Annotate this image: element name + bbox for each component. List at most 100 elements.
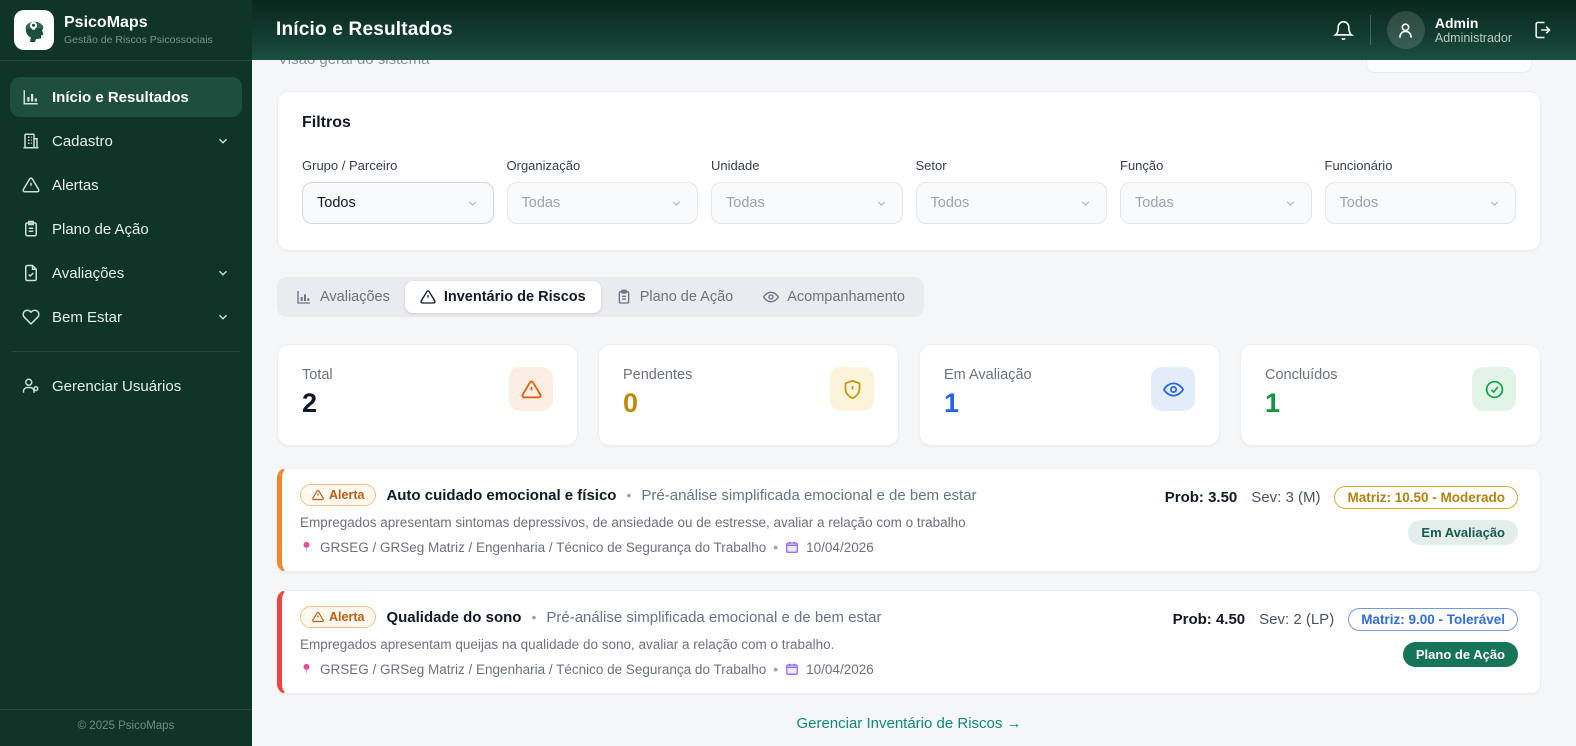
risk-row-auto-cuidado[interactable]: Alerta Auto cuidado emocional e físico •…	[277, 468, 1541, 572]
stat-label: Em Avaliação	[944, 367, 1032, 383]
stat-card-pendentes: Pendentes 0	[598, 344, 899, 446]
sidebar-item-avaliacoes[interactable]: Avaliações	[10, 253, 242, 293]
setor-select[interactable]: Todos	[915, 182, 1107, 224]
heart-icon	[22, 308, 40, 326]
notifications-bell-icon[interactable]	[1332, 20, 1354, 41]
eye-icon	[1151, 367, 1195, 411]
filter-label: Função	[1120, 158, 1164, 173]
sidebar-item-cadastro[interactable]: Cadastro	[10, 121, 242, 161]
alert-badge-label: Alerta	[329, 610, 365, 624]
sidebar-item-inicio-e-resultados[interactable]: Início e Resultados	[10, 77, 242, 117]
filter-setor: Setor Todos	[915, 158, 1107, 224]
sidebar-item-label: Alertas	[52, 176, 99, 194]
manage-inventory-link[interactable]: Gerenciar Inventário de Riscos →	[277, 715, 1541, 732]
sidebar-item-bem-estar[interactable]: Bem Estar	[10, 297, 242, 337]
dot-separator: •	[626, 487, 632, 503]
stat-text: Concluídos 1	[1265, 367, 1338, 423]
risk-headline: Alerta Qualidade do sono • Pré-análise s…	[300, 606, 1153, 628]
filter-funcao: Função Todas	[1120, 158, 1312, 224]
tab-inventario-de-riscos[interactable]: Inventário de Riscos	[404, 281, 601, 313]
risk-metrics: Prob: 3.50 Sev: 3 (M) Matriz: 10.50 - Mo…	[1165, 484, 1518, 555]
sidebar-item-label: Bem Estar	[52, 308, 123, 326]
risk-row-qualidade-do-sono[interactable]: Alerta Qualidade do sono • Pré-análise s…	[277, 590, 1541, 694]
risk-location: GRSEG / GRSeg Matriz / Engenharia / Técn…	[320, 661, 767, 677]
tab-avaliacoes[interactable]: Avaliações	[281, 281, 405, 313]
user-menu[interactable]: Admin Administrador	[1386, 11, 1512, 49]
grupo-parceiro-select[interactable]: Todos	[302, 182, 494, 224]
risk-date: 10/04/2026	[806, 661, 874, 677]
app-root: PsicoMaps Gestão de Riscos Psicossociais…	[0, 0, 1576, 746]
top-header: Início e Resultados Admin Administrador	[252, 0, 1576, 60]
chevron-down-icon	[875, 197, 888, 210]
stat-value: 0	[623, 388, 639, 418]
chevron-down-icon	[216, 310, 230, 324]
alert-badge: Alerta	[300, 484, 377, 506]
sidebar-item-label: Avaliações	[52, 264, 125, 282]
chevron-down-icon	[466, 197, 479, 210]
map-pin-icon	[303, 663, 310, 674]
user-role: Administrador	[1434, 31, 1512, 46]
sidebar-nav: Início e Resultados Cadastro Alertas Pla…	[0, 61, 252, 709]
probability-value: Prob: 3.50	[1164, 489, 1238, 506]
sidebar-item-gerenciar-usuarios[interactable]: Gerenciar Usuários	[10, 366, 242, 406]
sidebar-item-plano-de-acao[interactable]: Plano de Ação	[10, 209, 242, 249]
brand-name: PsicoMaps	[64, 13, 148, 31]
risk-main: Alerta Auto cuidado emocional e físico •…	[300, 484, 1145, 555]
status-badge: Em Avaliação	[1408, 520, 1518, 545]
filter-label: Funcionário	[1324, 158, 1393, 173]
metrics-line: Prob: 4.50 Sev: 2 (LP) Matriz: 9.00 - To…	[1173, 608, 1518, 631]
file-check-icon	[22, 264, 40, 282]
alert-badge-label: Alerta	[329, 488, 365, 502]
logout-icon[interactable]	[1532, 20, 1552, 40]
stat-text: Em Avaliação 1	[944, 367, 1032, 423]
filter-label: Grupo / Parceiro	[302, 158, 398, 173]
check-circle-icon	[1472, 367, 1516, 411]
severity-value: Sev: 3 (M)	[1251, 489, 1321, 506]
funcionario-select[interactable]: Todos	[1324, 182, 1516, 224]
risk-meta: GRSEG / GRSeg Matriz / Engenharia / Técn…	[300, 539, 1145, 555]
tab-plano-de-acao[interactable]: Plano de Ação	[601, 281, 749, 313]
sidebar-item-label: Gerenciar Usuários	[52, 377, 182, 395]
stat-value: 1	[1265, 388, 1281, 418]
brand: PsicoMaps Gestão de Riscos Psicossociais	[0, 0, 252, 61]
dot-separator: •	[773, 539, 779, 555]
tab-label: Inventário de Riscos	[443, 289, 586, 305]
clipboard-icon	[22, 220, 40, 238]
main-area: Início e Resultados Admin Administrador	[252, 0, 1576, 746]
sidebar-item-label: Cadastro	[52, 132, 113, 150]
risk-metrics: Prob: 4.50 Sev: 2 (LP) Matriz: 9.00 - To…	[1173, 606, 1518, 677]
warning-triangle-icon	[22, 176, 40, 194]
filters-grid: Grupo / Parceiro Todos Organização Todas	[302, 158, 1516, 224]
stat-value: 1	[944, 388, 960, 418]
chevron-down-icon	[1079, 197, 1092, 210]
filter-label: Setor	[915, 158, 947, 173]
filter-label: Organização	[506, 158, 581, 173]
dot-separator: •	[773, 661, 779, 677]
unidade-select[interactable]: Todas	[711, 182, 903, 224]
stat-card-total: Total 2	[277, 344, 578, 446]
chevron-down-icon	[216, 134, 230, 148]
probability-value: Prob: 4.50	[1172, 611, 1246, 628]
filter-funcionario: Funcionário Todos	[1324, 158, 1516, 224]
sidebar-item-alertas[interactable]: Alertas	[10, 165, 242, 205]
select-value: Todas	[1135, 195, 1174, 211]
chevron-down-icon	[1284, 197, 1297, 210]
shield-alert-icon	[830, 367, 874, 411]
matrix-badge: Matriz: 9.00 - Tolerável	[1348, 608, 1518, 631]
chevron-down-icon	[670, 197, 683, 210]
page-title: Início e Resultados	[276, 19, 453, 40]
user-name: Admin	[1434, 14, 1479, 31]
brand-tagline: Gestão de Riscos Psicossociais	[64, 34, 213, 47]
tab-acompanhamento[interactable]: Acompanhamento	[748, 281, 920, 313]
sidebar-item-label: Plano de Ação	[52, 220, 149, 238]
risk-description: Empregados apresentam queijas na qualida…	[300, 637, 835, 652]
stat-label: Concluídos	[1265, 367, 1338, 383]
risk-subtitle: Pré-análise simplificada emocional e de …	[641, 486, 977, 504]
tab-label: Avaliações	[320, 289, 390, 305]
user-text: Admin Administrador	[1435, 15, 1512, 46]
stat-card-concluidos: Concluídos 1	[1240, 344, 1541, 446]
organizacao-select[interactable]: Todas	[506, 182, 698, 224]
funcao-select[interactable]: Todas	[1120, 182, 1312, 224]
risk-location: GRSEG / GRSeg Matriz / Engenharia / Técn…	[320, 539, 767, 555]
warning-triangle-icon	[420, 289, 436, 305]
